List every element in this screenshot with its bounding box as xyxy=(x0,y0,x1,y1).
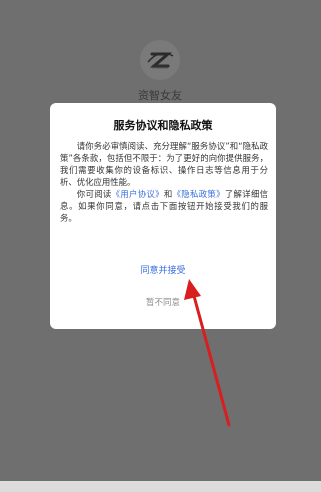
splash-background: 资智女友 资智女友 服务协议和隐私政策 请你务必审慎阅读、充分理解“服务协议”和… xyxy=(0,0,321,492)
annotation-arrow-icon xyxy=(184,279,231,427)
